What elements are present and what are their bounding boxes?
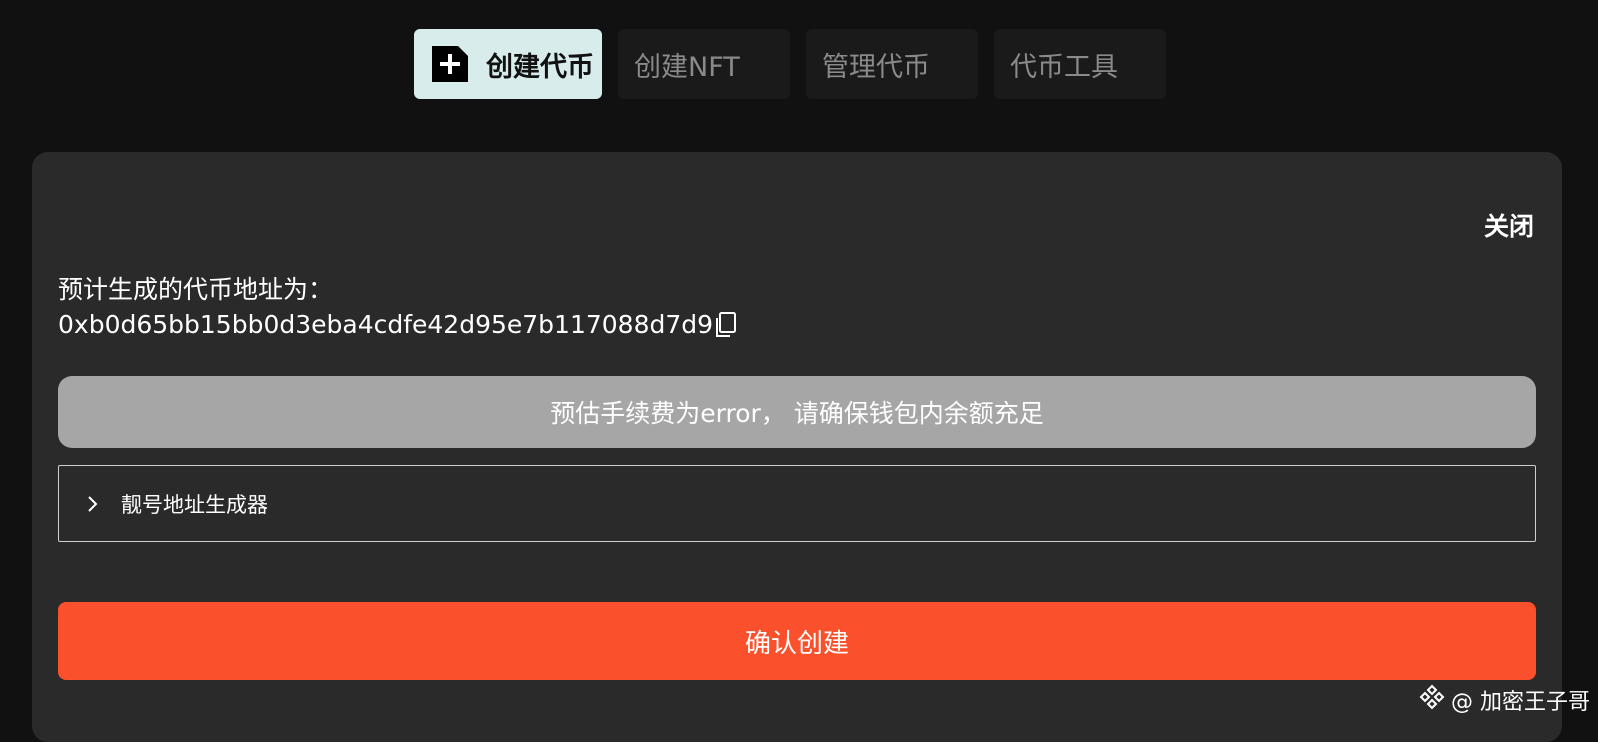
fee-notice: 预估手续费为error， 请确保钱包内余额充足: [58, 376, 1536, 448]
vanity-address-generator-toggle[interactable]: 靓号地址生成器: [58, 465, 1536, 542]
tab-manage-token[interactable]: 管理代币: [806, 29, 978, 99]
chevron-right-icon: [87, 495, 99, 513]
tab-bar: 创建代币 创建NFT 管理代币 代币工具: [414, 29, 1166, 99]
confirm-create-label: 确认创建: [744, 628, 849, 659]
copy-icon[interactable]: [715, 311, 737, 338]
tab-manage-token-label: 管理代币: [822, 51, 930, 83]
add-file-icon: [430, 44, 470, 84]
tab-create-token[interactable]: 创建代币: [414, 29, 602, 99]
address-row: 0xb0d65bb15bb0d3eba4cdfe42d95e7b117088d7…: [58, 310, 737, 339]
tab-token-tools[interactable]: 代币工具: [994, 29, 1166, 99]
create-token-panel: 关闭 预计生成的代币地址为： 0xb0d65bb15bb0d3eba4cdfe4…: [32, 152, 1562, 742]
confirm-create-button[interactable]: 确认创建: [58, 602, 1536, 680]
tab-create-nft[interactable]: 创建NFT: [618, 29, 790, 99]
vanity-address-generator-label: 靓号地址生成器: [121, 492, 268, 517]
tab-create-nft-label: 创建NFT: [634, 51, 740, 83]
tab-create-token-label: 创建代币: [486, 51, 594, 83]
binance-logo-icon: [1419, 684, 1445, 716]
close-button[interactable]: 关闭: [1484, 207, 1534, 243]
fee-notice-text: 预估手续费为error， 请确保钱包内余额充足: [550, 399, 1044, 428]
watermark-text: @ 加密王子哥: [1451, 690, 1590, 715]
tab-token-tools-label: 代币工具: [1010, 51, 1118, 83]
token-address: 0xb0d65bb15bb0d3eba4cdfe42d95e7b117088d7…: [58, 310, 714, 339]
watermark: @ 加密王子哥: [1419, 684, 1590, 716]
address-label: 预计生成的代币地址为：: [58, 275, 334, 304]
